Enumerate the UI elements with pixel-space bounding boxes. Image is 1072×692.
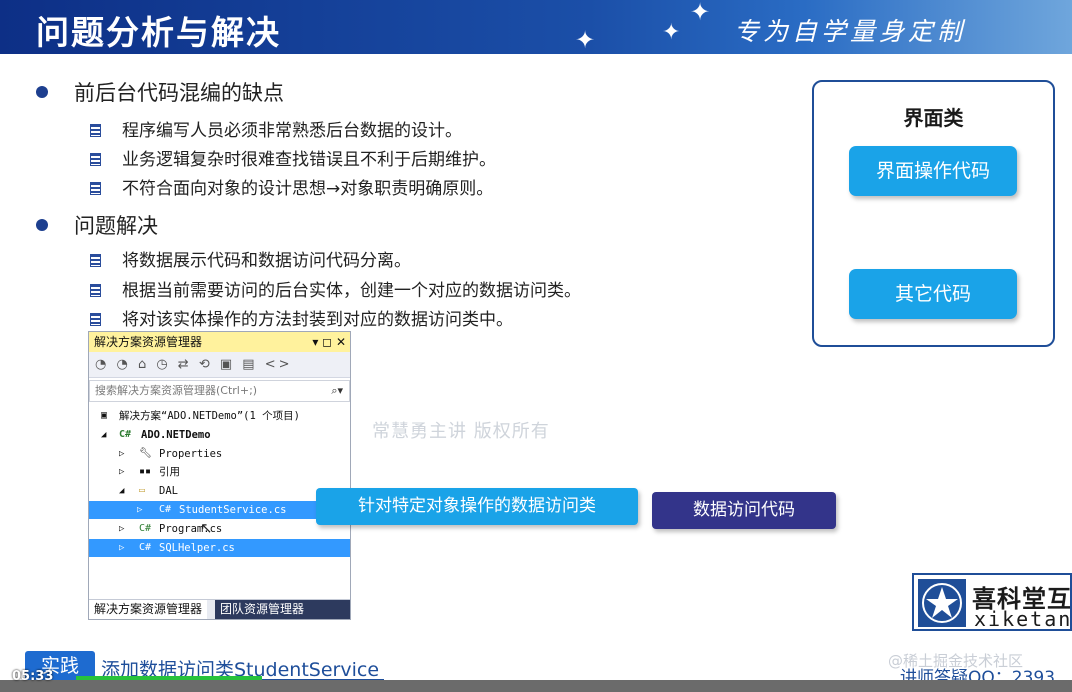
solution-icon: ▣: [101, 410, 108, 421]
bullet-text: 业务逻辑复杂时很难查找错误且不利于后期维护。: [122, 150, 496, 170]
list-bullet-icon: [90, 254, 101, 267]
bullet-text: 将对该实体操作的方法封装到对应的数据访问类中。: [122, 310, 513, 330]
bullet-dot-icon: [36, 86, 48, 98]
list-bullet-icon: [90, 153, 101, 166]
csharp-file-icon: C#: [139, 542, 152, 553]
search-icon[interactable]: ⌕▾: [331, 381, 343, 401]
expanded-arrow-icon[interactable]: ◢: [119, 482, 124, 500]
watermark: 常慧勇主讲 版权所有: [372, 421, 550, 442]
slide-header: 问题分析与解决 ✦ ✦ ✦ 专为自学量身定制: [0, 0, 1072, 54]
tree-label: ADO.NETDemo: [141, 429, 211, 441]
tab-team-explorer[interactable]: 团队资源管理器: [215, 600, 350, 619]
star-icon: ✦: [662, 20, 681, 45]
xiketang-logo: 喜科堂互联 xiketang: [912, 573, 1072, 631]
bullet-heading-solution: 问题解决: [36, 210, 158, 240]
search-placeholder: 搜索解决方案资源管理器(Ctrl+;): [95, 384, 258, 397]
search-input[interactable]: 搜索解决方案资源管理器(Ctrl+;) ⌕▾: [89, 380, 350, 402]
tree-label: SQLHelper.cs: [159, 542, 235, 554]
video-progress-fill[interactable]: [76, 676, 262, 680]
bullet-item: 不符合面向对象的设计思想→对象职责明确原则。: [90, 174, 493, 199]
panel-title: 解决方案资源管理器: [94, 335, 203, 349]
bullet-heading-disadvantages: 前后台代码混编的缺点: [36, 77, 284, 107]
list-bullet-icon: [90, 124, 101, 137]
bullet-text: 不符合面向对象的设计思想→对象职责明确原则。: [122, 179, 494, 199]
tree-label: Program.cs: [159, 523, 223, 535]
tree-label: Properties: [159, 448, 223, 460]
tree-item-studentservice[interactable]: ▷ C# StudentService.cs: [89, 501, 350, 519]
csharp-project-icon: C#: [119, 429, 132, 440]
collapsed-arrow-icon[interactable]: ▷: [119, 520, 124, 538]
video-progress-track[interactable]: [0, 680, 1072, 692]
heading-text: 问题解决: [74, 214, 158, 238]
solution-explorer-panel: 解决方案资源管理器 ▾ ◻ ✕ ◔ ◔ ⌂ ◷ ⇄ ⟲ ▣ ▤ <> 搜索解决方…: [88, 331, 351, 620]
tree-label: 解决方案“ADO.NETDemo”(1 个项目): [119, 410, 300, 422]
bullet-text: 程序编写人员必须非常熟悉后台数据的设计。: [122, 121, 462, 141]
specific-data-access-callout: 针对特定对象操作的数据访问类: [316, 488, 638, 525]
data-access-code-callout: 数据访问代码: [652, 492, 836, 529]
tree-item-solution[interactable]: ▣ 解决方案“ADO.NETDemo”(1 个项目): [89, 407, 350, 425]
collapsed-arrow-icon[interactable]: ▷: [119, 463, 124, 481]
video-time: 05:33: [12, 669, 54, 684]
tree-item-project[interactable]: ◢ C# ADO.NETDemo: [89, 426, 350, 444]
slogan: 专为自学量身定制: [734, 17, 967, 46]
logo-english-name: xiketang: [974, 607, 1072, 631]
tree-label: 引用: [159, 466, 180, 478]
panel-title-bar: 解决方案资源管理器 ▾ ◻ ✕: [89, 332, 350, 352]
ui-class-box: 界面类 界面操作代码 其它代码: [812, 80, 1055, 347]
bullet-text: 根据当前需要访问的后台实体，创建一个对应的数据访问类。: [122, 281, 581, 301]
bullet-item: 根据当前需要访问的后台实体，创建一个对应的数据访问类。: [90, 276, 581, 301]
list-bullet-icon: [90, 313, 101, 326]
panel-tab-strip: 解决方案资源管理器 团队资源管理器: [89, 599, 350, 619]
bullet-item: 业务逻辑复杂时很难查找错误且不利于后期维护。: [90, 145, 496, 170]
bullet-item: 将数据展示代码和数据访问代码分离。: [90, 246, 411, 271]
tree-label: DAL: [159, 485, 178, 497]
folder-icon: ▭: [139, 485, 146, 496]
panel-window-controls[interactable]: ▾ ◻ ✕: [312, 332, 346, 352]
collapsed-arrow-icon[interactable]: ▷: [137, 501, 142, 519]
tree-item-references[interactable]: ▷ ▪▪ 引用: [89, 463, 350, 481]
tree-item-dal[interactable]: ◢ ▭ DAL: [89, 482, 350, 500]
tree-item-properties[interactable]: ▷ 🔧︎ Properties: [89, 445, 350, 463]
bullet-item: 程序编写人员必须非常熟悉后台数据的设计。: [90, 116, 462, 141]
mouse-cursor-icon: ↖: [200, 519, 213, 537]
star-icon: ✦: [575, 26, 596, 54]
csharp-file-icon: C#: [159, 504, 172, 515]
list-bullet-icon: [90, 182, 101, 195]
tree-item-program[interactable]: ▷ C# Program.cs: [89, 520, 350, 538]
bullet-item: 将对该实体操作的方法封装到对应的数据访问类中。: [90, 305, 513, 330]
collapsed-arrow-icon[interactable]: ▷: [119, 445, 124, 463]
csharp-file-icon: C#: [139, 523, 152, 534]
other-code-button[interactable]: 其它代码: [849, 269, 1017, 319]
star-logo-icon: [918, 579, 966, 627]
references-icon: ▪▪: [139, 466, 152, 477]
tab-solution-explorer[interactable]: 解决方案资源管理器: [89, 600, 208, 619]
wrench-icon: 🔧︎: [139, 448, 152, 459]
heading-text: 前后台代码混编的缺点: [74, 81, 284, 105]
list-bullet-icon: [90, 284, 101, 297]
tree-label: StudentService.cs: [179, 504, 287, 516]
bullet-text: 将数据展示代码和数据访问代码分离。: [122, 251, 411, 271]
slide-title: 问题分析与解决: [36, 13, 281, 52]
ui-operation-code-button[interactable]: 界面操作代码: [849, 146, 1017, 196]
collapsed-arrow-icon[interactable]: ▷: [119, 539, 124, 557]
ui-class-title: 界面类: [903, 106, 964, 130]
expanded-arrow-icon[interactable]: ◢: [101, 426, 106, 444]
tree-item-sqlhelper[interactable]: ▷ C# SQLHelper.cs: [89, 539, 350, 557]
bullet-dot-icon: [36, 219, 48, 231]
star-icon: ✦: [690, 0, 711, 26]
panel-toolbar[interactable]: ◔ ◔ ⌂ ◷ ⇄ ⟲ ▣ ▤ <>: [89, 352, 350, 378]
